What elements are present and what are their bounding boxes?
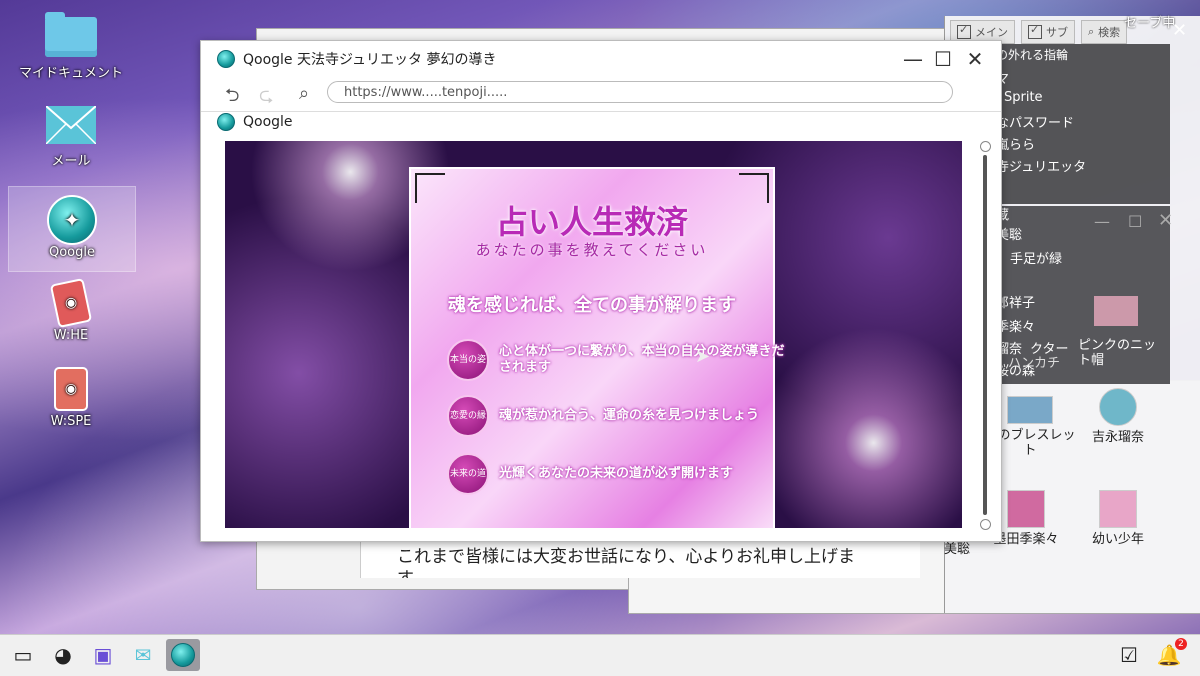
- title-bar[interactable]: Qoogle 天法寺ジュリエッタ 夢幻の導き: [201, 41, 1001, 77]
- desktop-icon-label: マイドキュメント: [18, 66, 123, 81]
- navigation-bar: ⮌ ⮎ ⌕ https://www.....tenpoji.....: [201, 77, 1001, 112]
- desktop-icon-my-documents[interactable]: マイドキュメント: [8, 4, 134, 88]
- folder-icon[interactable]: ▣: [86, 639, 120, 671]
- desktop-icon-qoogle[interactable]: ✦ Qoogle: [8, 186, 136, 272]
- desktop-icon-label: W:HE: [53, 328, 89, 343]
- taskbar: ▭ ◕ ▣ ✉ ☑ 🔔 2: [0, 634, 1200, 676]
- browser-window[interactable]: Qoogle 天法寺ジュリエッタ 夢幻の導き — ☐ ✕ ⮌ ⮎ ⌕ https…: [200, 40, 1002, 542]
- list-item[interactable]: Sprite: [1004, 90, 1043, 105]
- qoogle-logo: [171, 643, 195, 667]
- feature-badge: 本当の姿: [447, 339, 489, 381]
- page-title: 占い人生救済: [495, 203, 688, 241]
- url-field[interactable]: https://www.....tenpoji.....: [327, 81, 953, 103]
- forward-icon[interactable]: ⮎: [259, 83, 273, 113]
- avatar: [1007, 490, 1045, 528]
- qoogle-icon: ✦: [47, 195, 97, 245]
- feature-item: 未来の道 光輝くあなたの未来の道が必ず開けます: [447, 453, 789, 495]
- feature-text: 心と体が一つに繋がり、本当の自分の姿が導きだされます: [499, 344, 785, 375]
- qoogle-icon: [217, 113, 235, 131]
- item-label: 吉永瑠奈: [1091, 430, 1144, 445]
- page-content: 占い人生救済 あなたの事を教えてください 魂を感じれば、全ての事が解ります 本当…: [225, 141, 962, 528]
- mail-icon[interactable]: ✉: [126, 639, 160, 671]
- list-item[interactable]: 寺ジュリエッタ: [996, 156, 1086, 175]
- list-item[interactable]: なパスワード: [996, 112, 1074, 131]
- scrollbar-thumb[interactable]: [983, 155, 987, 515]
- card-icon: ◉: [54, 367, 88, 411]
- save-status: セーブ中: [1124, 16, 1176, 31]
- desktop-icon[interactable]: ▭: [6, 639, 40, 671]
- mail-icon: [46, 106, 96, 144]
- folder-icon: [45, 12, 97, 57]
- message-text: これまで皆様には大変お世話になり、心よりお礼申し上げます。: [397, 547, 855, 578]
- feature-item: 恋愛の縁 魂が惹かれ合う、運命の糸を見つけましょう: [447, 395, 789, 437]
- bookmark-label: Qoogle: [243, 114, 293, 130]
- checkbox-icon: [1028, 23, 1042, 39]
- feature-badge: 未来の道: [447, 453, 489, 495]
- checkbox-icon[interactable]: ☑: [1112, 639, 1146, 671]
- sub-label: 手足が緑: [1010, 252, 1063, 267]
- minimize-icon[interactable]: —: [1094, 212, 1110, 231]
- page-headline: 魂を感じれば、全ての事が解ります: [448, 295, 736, 316]
- avatar: [1099, 490, 1137, 528]
- minimize-button[interactable]: —: [899, 47, 927, 71]
- card-icon: ◉: [49, 277, 93, 329]
- notification-badge: 2: [1175, 638, 1187, 650]
- desktop-icon-wspe[interactable]: ◉ W:SPE: [8, 356, 134, 440]
- qoogle-icon: [217, 50, 235, 68]
- message-text-window: これまで皆様には大変お世話になり、心よりお礼申し上げます。: [360, 538, 920, 578]
- avatar: [1099, 388, 1137, 426]
- mouse-cursor-icon: ➤: [695, 346, 711, 367]
- item-thumbnail: [1007, 396, 1053, 424]
- search-icon[interactable]: ⌕: [299, 83, 309, 104]
- face-icon[interactable]: ◕: [46, 639, 80, 671]
- fortune-panel: 占い人生救済 あなたの事を教えてください 魂を感じれば、全ての事が解ります 本当…: [409, 167, 784, 528]
- desktop-icon-mail[interactable]: メール: [8, 92, 134, 176]
- grid-item[interactable]: 吉永瑠奈: [1072, 388, 1164, 445]
- back-icon[interactable]: ⮌: [225, 83, 239, 113]
- desktop-icon-label: メール: [51, 154, 91, 169]
- list-item[interactable]: の外れる指輪: [996, 46, 1068, 63]
- close-button[interactable]: ✕: [961, 47, 989, 71]
- qoogle-icon[interactable]: [166, 639, 200, 671]
- close-icon[interactable]: ✕: [1158, 210, 1173, 231]
- item-label: 幼い少年: [1091, 532, 1144, 547]
- item-label[interactable]: ピンクのニット帽: [1078, 338, 1168, 368]
- grid-item[interactable]: 幼い少年: [1072, 490, 1164, 547]
- feature-text: 光輝くあなたの未来の道が必ず開けます: [499, 466, 734, 481]
- search-icon: ⌕: [1088, 25, 1095, 38]
- tab-search[interactable]: ⌕ 検索: [1081, 20, 1128, 44]
- thumbnail: [1094, 296, 1138, 326]
- checkbox-icon: [957, 23, 971, 39]
- item-label: ハンカチ: [1008, 356, 1061, 371]
- tab-sub[interactable]: サブ: [1021, 20, 1075, 44]
- scroll-down-icon[interactable]: [980, 519, 991, 530]
- feature-item: 本当の姿 心と体が一つに繋がり、本当の自分の姿が導きだされます: [447, 339, 789, 381]
- page-subtitle: あなたの事を教えてください: [475, 241, 709, 259]
- desktop-icon-label: Qoogle: [48, 245, 95, 260]
- bookmark-item[interactable]: Qoogle: [217, 113, 293, 131]
- scrollbar[interactable]: [979, 141, 991, 531]
- maximize-button[interactable]: ☐: [929, 47, 957, 71]
- feature-badge: 恋愛の縁: [447, 395, 489, 437]
- feature-text: 魂が惹かれ合う、運命の糸を見つけましょう: [499, 408, 760, 423]
- scroll-up-icon[interactable]: [980, 141, 991, 152]
- maximize-icon[interactable]: ☐: [1128, 212, 1142, 231]
- close-icon[interactable]: ✕: [1172, 20, 1187, 41]
- desktop-icon-whe[interactable]: ◉ W:HE: [8, 270, 134, 354]
- desktop-icon-label: W:SPE: [50, 414, 92, 429]
- window-title: Qoogle 天法寺ジュリエッタ 夢幻の導き: [243, 52, 497, 68]
